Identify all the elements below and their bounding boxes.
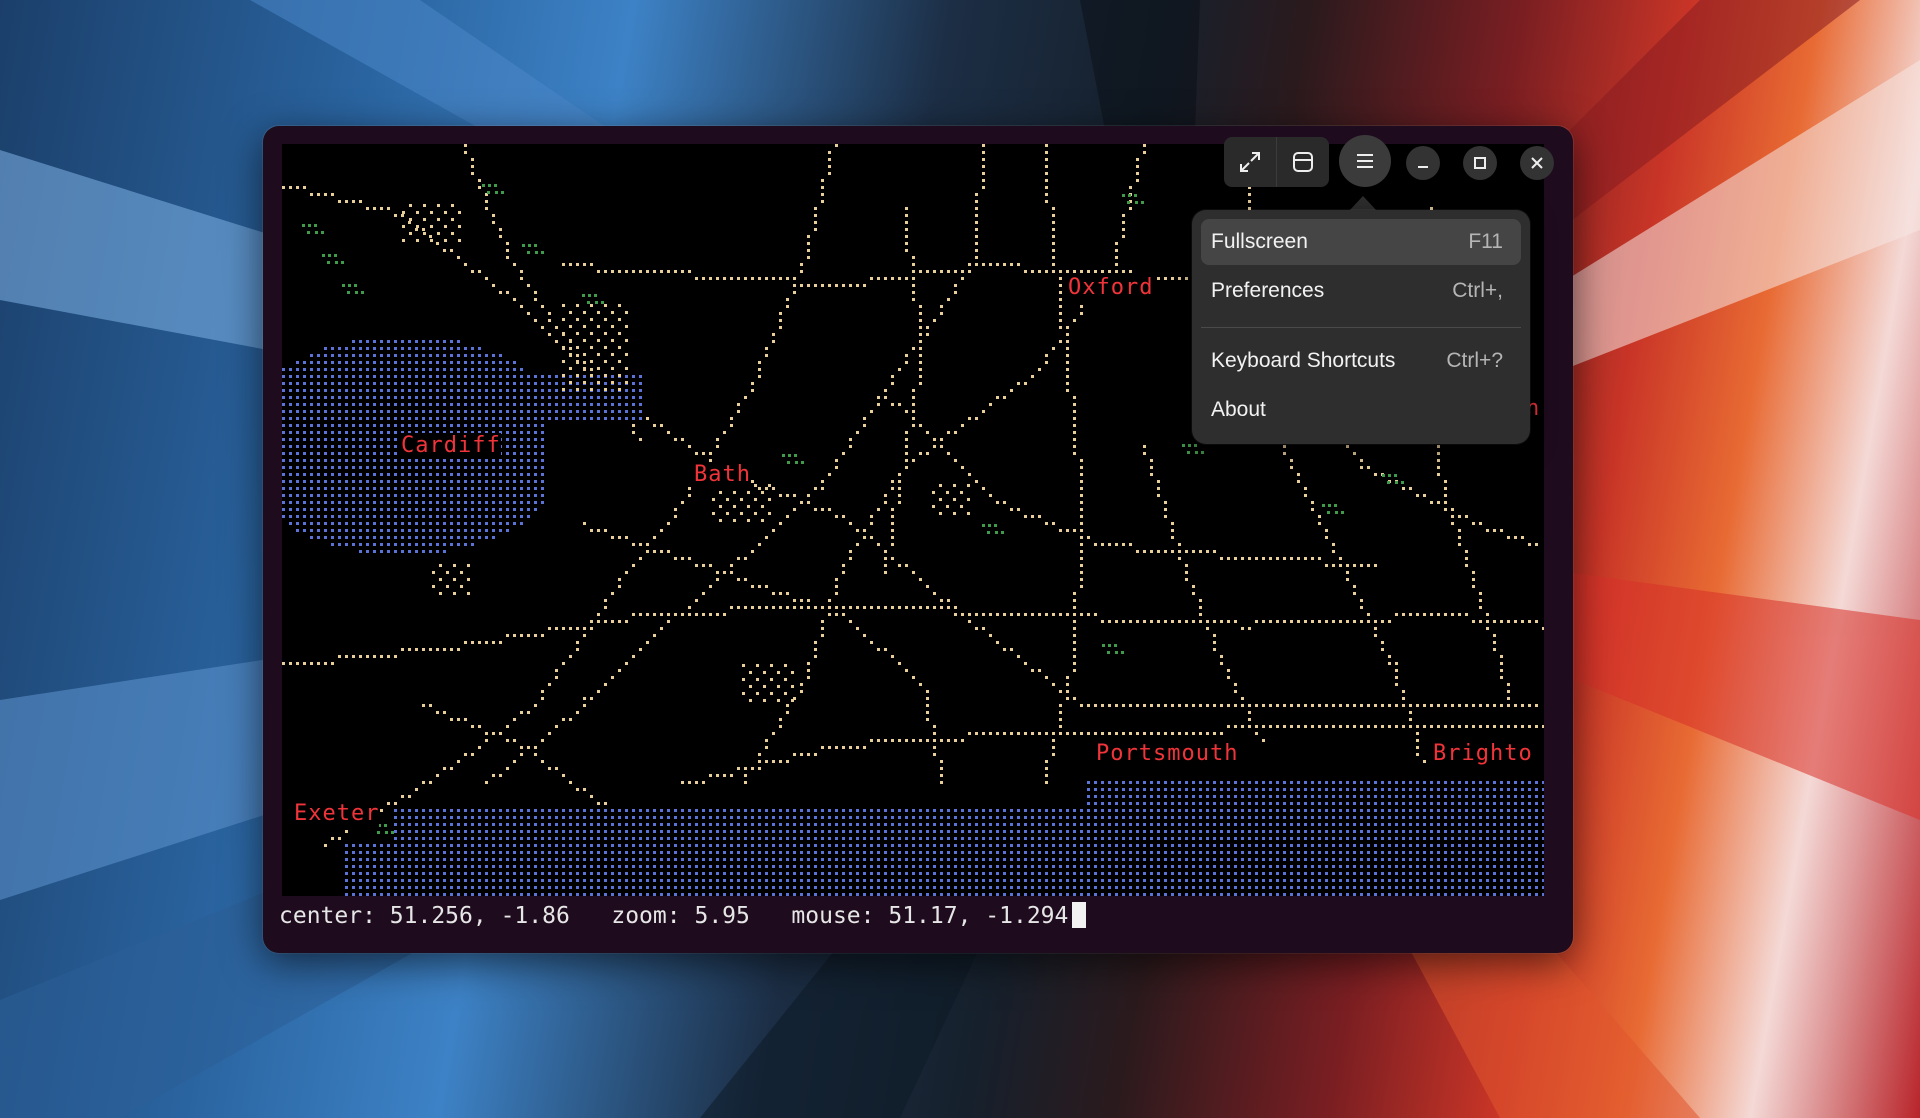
mouse-label: mouse:: [791, 903, 875, 929]
menu-item-label: Preferences: [1211, 279, 1325, 302]
menu-item-keyboard-shortcuts[interactable]: Keyboard Shortcuts Ctrl+?: [1201, 338, 1521, 384]
menu-item-about[interactable]: About: [1201, 387, 1521, 433]
city-label-cardiff: Cardiff: [401, 433, 501, 459]
fullscreen-arrows-icon: [1240, 152, 1260, 172]
mouse-value: 51.17, -1.294: [888, 903, 1069, 929]
desktop-wallpaper: Oxford Cardiff Bath Portsmouth Brighto E…: [0, 0, 1920, 1118]
menu-item-shortcut: Ctrl+,: [1452, 279, 1503, 302]
headerbar-button-group: [1224, 137, 1329, 187]
close-icon: [1531, 157, 1543, 169]
close-button[interactable]: [1520, 146, 1554, 180]
minimize-icon: [1418, 166, 1428, 168]
maximize-button[interactable]: [1463, 146, 1497, 180]
tab-overview-icon: [1293, 152, 1313, 172]
zoom-label: zoom:: [611, 903, 681, 929]
minimize-button[interactable]: [1406, 146, 1440, 180]
city-label-exeter: Exeter: [294, 801, 380, 827]
zoom-value: 5.95: [694, 903, 750, 929]
menu-item-preferences[interactable]: Preferences Ctrl+,: [1201, 268, 1521, 314]
city-label-portsmouth: Portsmouth: [1096, 741, 1239, 767]
hamburger-menu-icon: [1357, 154, 1373, 168]
menu-item-label: Keyboard Shortcuts: [1211, 349, 1396, 372]
center-label: center:: [279, 903, 376, 929]
menu-item-label: About: [1211, 398, 1266, 421]
text-cursor: [1072, 902, 1087, 928]
maximize-icon: [1474, 157, 1486, 169]
city-label-bath: Bath: [694, 462, 751, 488]
menu-separator: [1201, 327, 1521, 328]
menu-item-shortcut: F11: [1468, 230, 1503, 253]
main-menu-popover: Fullscreen F11 Preferences Ctrl+, Keyboa…: [1192, 210, 1530, 444]
menu-item-label: Fullscreen: [1211, 230, 1308, 253]
fullscreen-button[interactable]: [1224, 137, 1276, 187]
menu-item-shortcut: Ctrl+?: [1446, 349, 1503, 372]
menu-popover-arrow: [1349, 196, 1377, 211]
main-menu-button[interactable]: [1339, 135, 1391, 187]
city-label-oxford: Oxford: [1068, 275, 1154, 301]
menu-item-fullscreen[interactable]: Fullscreen F11: [1201, 219, 1521, 265]
city-label-brighton: Brighto: [1433, 741, 1533, 767]
status-line: center: 51.256, -1.86 zoom: 5.95 mouse: …: [279, 901, 1087, 931]
center-value: 51.256, -1.86: [389, 903, 570, 929]
tab-overview-button[interactable]: [1276, 137, 1329, 187]
